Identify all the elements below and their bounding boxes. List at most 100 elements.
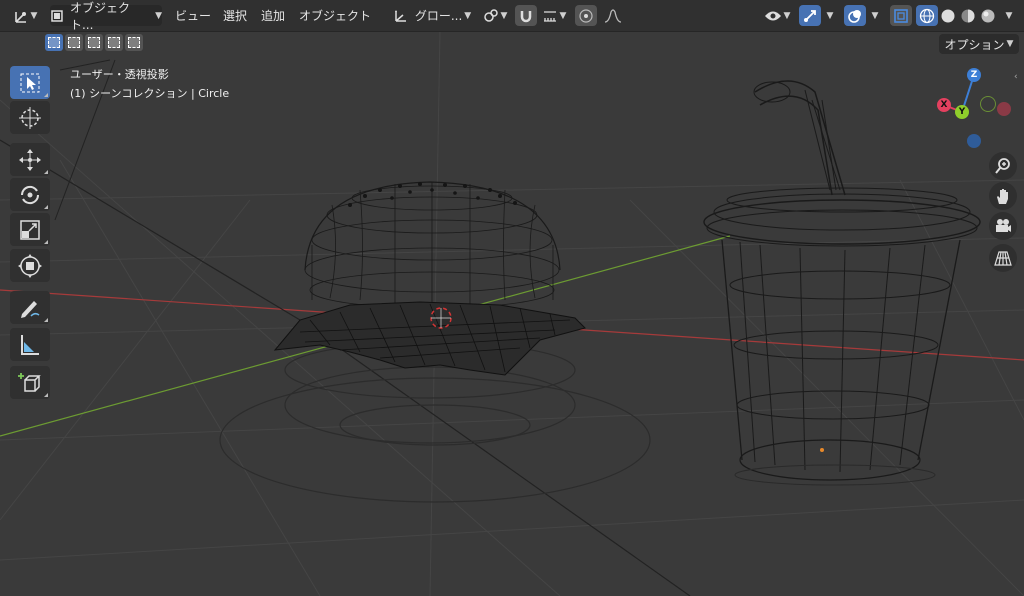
pan-button[interactable] xyxy=(989,182,1017,210)
select-mode-new-button[interactable] xyxy=(45,34,63,51)
transform-icon xyxy=(18,253,42,278)
selection-mode-group xyxy=(45,34,145,52)
region-toggle-arrow[interactable]: ‹ xyxy=(1014,72,1022,84)
proportional-edit-toggle[interactable] xyxy=(575,5,597,26)
select-mode-invert-button[interactable] xyxy=(105,34,123,51)
cursor-icon xyxy=(19,106,41,129)
select-mode-subtract-button[interactable] xyxy=(85,34,103,51)
view-name-label: ユーザー・透視投影 xyxy=(70,68,169,81)
proportional-falloff-dropdown[interactable] xyxy=(598,5,628,26)
camera-view-button[interactable] xyxy=(989,212,1017,240)
xray-toggle[interactable] xyxy=(890,5,912,26)
overlays-icon xyxy=(848,9,861,23)
pivot-point-dropdown[interactable]: ▼ xyxy=(480,5,510,26)
gizmo-icon xyxy=(804,9,816,22)
gizmo-x-axis[interactable]: X xyxy=(937,98,951,112)
chevron-down-icon: ▼ xyxy=(783,10,791,21)
viewport-header: ▼ オブジェクト... ▼ ビュー 選択 追加 オブジェクト グロー... ▼ ▼ … xyxy=(0,0,1024,32)
chevron-down-icon: ▼ xyxy=(559,10,567,21)
hand-icon xyxy=(997,189,1008,204)
orientation-label: グロー... xyxy=(414,9,463,23)
menu-view[interactable]: ビュー xyxy=(175,7,211,24)
falloff-curve-icon xyxy=(604,8,622,23)
tool-annotate[interactable] xyxy=(10,291,50,324)
axis-icon xyxy=(14,11,26,23)
tool-cursor[interactable] xyxy=(10,101,50,134)
rendered-sphere-icon xyxy=(981,9,995,22)
annotate-icon xyxy=(21,300,40,318)
eye-icon xyxy=(764,11,781,20)
chevron-down-icon: ▼ xyxy=(826,10,834,21)
tool-transform[interactable] xyxy=(10,249,50,282)
chevron-down-icon: ▼ xyxy=(30,10,38,21)
editor-type-button[interactable]: ▼ xyxy=(8,5,42,26)
burger-wireframe xyxy=(273,181,586,376)
move-icon xyxy=(19,148,41,171)
tool-select-box[interactable] xyxy=(10,66,50,99)
tool-rotate[interactable] xyxy=(10,178,50,211)
wireframe-sphere-icon xyxy=(919,8,935,23)
material-sphere-icon xyxy=(961,9,975,22)
tool-move[interactable] xyxy=(10,143,50,176)
shading-solid-button[interactable] xyxy=(938,5,958,26)
tool-scale[interactable] xyxy=(10,213,50,246)
options-label: オプション xyxy=(944,37,1005,52)
overlays-dropdown[interactable]: ▼ xyxy=(867,5,881,26)
perspective-toggle-button[interactable] xyxy=(989,244,1017,272)
chevron-down-icon: ▼ xyxy=(500,10,508,21)
shading-wireframe-button[interactable] xyxy=(916,5,938,26)
camera-icon xyxy=(996,219,1011,232)
mode-label: オブジェクト... xyxy=(69,0,130,32)
shading-rendered-button[interactable] xyxy=(978,5,998,26)
visibility-dropdown[interactable]: ▼ xyxy=(760,5,794,26)
snap-toggle[interactable] xyxy=(515,5,537,26)
rotate-icon xyxy=(20,185,40,204)
chevron-down-icon: ▼ xyxy=(1005,10,1013,21)
menu-add[interactable]: 追加 xyxy=(261,7,285,24)
gizmo-toggle[interactable] xyxy=(799,5,821,26)
shading-dropdown[interactable]: ▼ xyxy=(1001,5,1015,26)
menu-select[interactable]: 選択 xyxy=(223,7,247,24)
gizmo-dropdown[interactable]: ▼ xyxy=(822,5,836,26)
snap-target-dropdown[interactable]: ▼ xyxy=(538,5,570,26)
mode-dropdown[interactable]: オブジェクト... ▼ xyxy=(50,1,162,32)
grid-perspective-icon xyxy=(994,251,1012,266)
snap-increment-icon xyxy=(543,10,556,22)
orientation-icon xyxy=(394,9,406,22)
transform-orientation-dropdown[interactable]: グロー... ▼ xyxy=(392,5,472,26)
object-origin xyxy=(820,448,824,452)
collection-info-label: (1) シーンコレクション | Circle xyxy=(70,87,230,100)
chevron-down-icon: ▼ xyxy=(155,10,162,21)
magnet-icon xyxy=(520,10,532,22)
scale-icon xyxy=(20,219,40,240)
select-mode-extend-button[interactable] xyxy=(65,34,83,51)
proportional-edit-icon xyxy=(579,8,593,23)
burger-ground-shadow xyxy=(219,341,651,503)
select-mode-intersect-button[interactable] xyxy=(125,34,143,51)
navigation-gizmo[interactable]: Z X Y xyxy=(930,64,1020,154)
gizmo-neg-x-axis[interactable] xyxy=(997,102,1011,116)
xray-icon xyxy=(894,8,908,23)
chevron-down-icon: ▼ xyxy=(1006,39,1014,49)
object-mode-icon xyxy=(51,9,63,22)
chevron-down-icon: ▼ xyxy=(871,10,879,21)
shading-material-button[interactable] xyxy=(958,5,978,26)
tool-add-cube[interactable] xyxy=(10,366,50,399)
3d-viewport[interactable]: ユーザー・透視投影 (1) シーンコレクション | Circle Z X Y オ… xyxy=(0,0,1024,596)
measure-icon xyxy=(21,334,39,355)
pivot-icon xyxy=(483,8,498,22)
gizmo-z-axis[interactable]: Z xyxy=(967,68,981,82)
gizmo-y-axis[interactable]: Y xyxy=(955,105,969,119)
gizmo-neg-y-axis[interactable] xyxy=(980,96,996,112)
menu-object[interactable]: オブジェクト xyxy=(299,7,371,24)
overlays-toggle[interactable] xyxy=(844,5,866,26)
gizmo-neg-z-axis[interactable] xyxy=(967,134,981,148)
options-dropdown[interactable]: オプション ▼ xyxy=(939,34,1019,54)
chevron-down-icon: ▼ xyxy=(464,10,472,21)
zoom-icon xyxy=(995,158,1010,174)
add-cube-icon xyxy=(18,372,41,392)
tool-measure[interactable] xyxy=(10,328,50,361)
select-box-icon xyxy=(20,73,40,92)
solid-sphere-icon xyxy=(941,9,955,22)
zoom-button[interactable] xyxy=(989,152,1017,180)
